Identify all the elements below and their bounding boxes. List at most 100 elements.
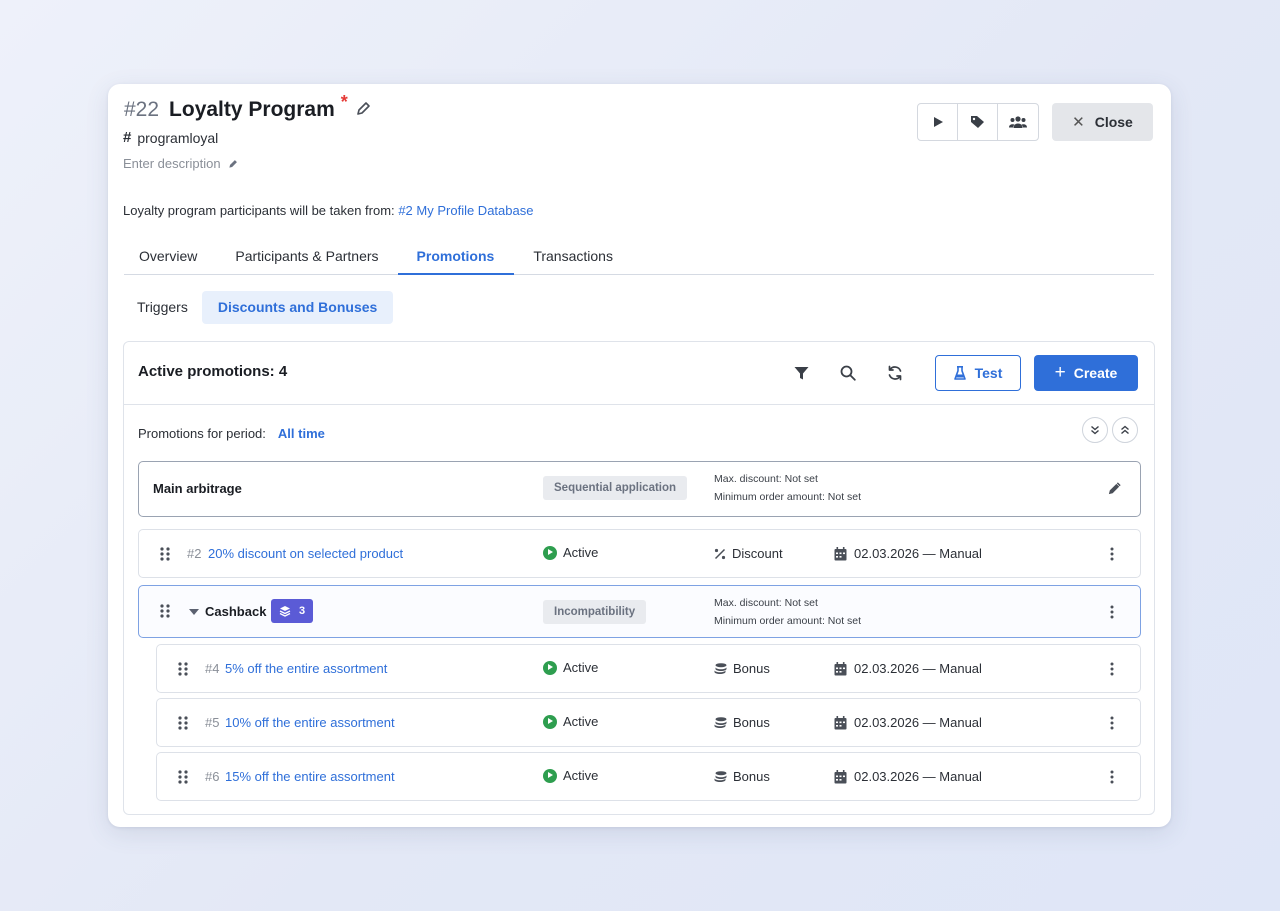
promotion-type: Bonus	[714, 715, 770, 730]
subtab-triggers[interactable]: Triggers	[123, 291, 202, 324]
promotion-date-text: 02.03.2026 — Manual	[854, 546, 982, 561]
promotion-type-text: Bonus	[733, 715, 770, 730]
group-mode-chip: Sequential application	[543, 476, 688, 500]
collapse-all-button[interactable]	[1112, 417, 1138, 443]
program-code-text: programloyal	[137, 129, 219, 146]
promotion-type-text: Bonus	[733, 769, 770, 784]
program-title: Loyalty Program	[169, 98, 335, 121]
promotion-id: #5	[205, 715, 220, 730]
calendar-icon	[834, 715, 847, 729]
drag-handle-icon[interactable]	[178, 716, 188, 730]
promotion-type: Bonus	[714, 661, 770, 676]
more-options-icon[interactable]	[1110, 547, 1114, 561]
description-placeholder: Enter description	[123, 156, 221, 171]
group-limits: Max. discount: Not set Minimum order amo…	[714, 594, 861, 630]
group-row-cashback[interactable]: Cashback 3 Incompatibility Max. discount…	[138, 585, 1141, 638]
source-link[interactable]: #2 My Profile Database	[398, 203, 533, 218]
search-button[interactable]	[837, 362, 859, 384]
edit-group-icon[interactable]	[1107, 481, 1122, 496]
more-options-icon[interactable]	[1110, 605, 1114, 619]
max-discount-text: Max. discount: Not set	[714, 597, 818, 609]
promotion-type-text: Bonus	[733, 661, 770, 676]
tab-overview[interactable]: Overview	[124, 240, 212, 275]
promotion-row[interactable]: #5 10% off the entire assortment Active …	[156, 698, 1141, 747]
header-action-group	[917, 103, 1039, 141]
status-badge: Active	[543, 714, 598, 729]
source-link-name: My Profile Database	[416, 203, 534, 218]
edit-title-icon[interactable]	[356, 100, 372, 116]
coins-icon	[714, 716, 727, 728]
run-button[interactable]	[918, 104, 958, 140]
status-text: Active	[563, 660, 599, 675]
description-field[interactable]: Enter description	[123, 156, 239, 171]
more-options-icon[interactable]	[1110, 716, 1114, 730]
close-button[interactable]: ✕ Close	[1052, 103, 1153, 141]
participants-button[interactable]	[998, 104, 1038, 140]
drag-handle-icon[interactable]	[178, 770, 188, 784]
group-count-badge: 3	[271, 599, 314, 623]
calendar-icon	[834, 661, 847, 675]
more-options-icon[interactable]	[1110, 662, 1114, 676]
status-badge: Active	[543, 660, 598, 675]
panel-toolbar: Active promotions: 4 Test + Create	[124, 342, 1154, 405]
calendar-icon	[834, 769, 847, 783]
sub-tabs: Triggers Discounts and Bonuses	[123, 291, 394, 324]
active-status-icon	[543, 660, 557, 675]
collapse-caret-icon[interactable]	[189, 609, 199, 615]
period-value[interactable]: All time	[278, 426, 325, 441]
active-promotions-title: Active promotions: 4	[138, 363, 288, 380]
group-name: Cashback	[205, 604, 267, 619]
subtab-discounts-bonuses[interactable]: Discounts and Bonuses	[201, 291, 394, 324]
tab-participants-partners[interactable]: Participants & Partners	[212, 240, 397, 275]
tags-button[interactable]	[958, 104, 998, 140]
drag-handle-icon[interactable]	[178, 662, 188, 676]
status-badge: Active	[543, 545, 598, 560]
program-code: # programloyal	[123, 129, 218, 146]
promotion-date: 02.03.2026 — Manual	[834, 661, 982, 676]
coins-icon	[714, 662, 727, 674]
drag-handle-icon[interactable]	[160, 604, 170, 618]
period-filter: Promotions for period: All time	[138, 426, 325, 441]
close-label: Close	[1094, 114, 1133, 130]
group-row-main-arbitrage[interactable]: Main arbitrage Sequential application Ma…	[138, 461, 1141, 517]
active-status-icon	[543, 768, 557, 783]
main-tabs: Overview Participants & Partners Promoti…	[124, 240, 1154, 275]
expand-all-button[interactable]	[1082, 417, 1108, 443]
max-discount-text: Max. discount: Not set	[714, 473, 818, 485]
more-options-icon[interactable]	[1110, 770, 1114, 784]
page-title: #22 Loyalty Program *	[124, 92, 372, 122]
promotion-date: 02.03.2026 — Manual	[834, 715, 982, 730]
period-label: Promotions for period:	[138, 426, 266, 441]
close-icon: ✕	[1072, 114, 1085, 131]
refresh-button[interactable]	[884, 362, 906, 384]
promotions-panel: Active promotions: 4 Test + Create Promo…	[123, 341, 1155, 815]
percent-icon	[714, 548, 726, 559]
tab-transactions[interactable]: Transactions	[514, 240, 628, 275]
test-label: Test	[974, 365, 1003, 381]
tab-promotions[interactable]: Promotions	[397, 240, 515, 275]
promotion-date-text: 02.03.2026 — Manual	[854, 715, 982, 730]
promotion-name-link[interactable]: 10% off the entire assortment	[225, 715, 395, 730]
play-icon	[933, 117, 943, 127]
create-button[interactable]: + Create	[1034, 355, 1138, 391]
promotion-row[interactable]: #4 5% off the entire assortment Active B…	[156, 644, 1141, 693]
group-limits: Max. discount: Not set Minimum order amo…	[714, 470, 861, 506]
promotion-row[interactable]: #2 20% discount on selected product Acti…	[138, 529, 1141, 578]
calendar-icon	[834, 546, 847, 560]
edit-description-icon[interactable]	[228, 158, 239, 169]
test-button[interactable]: Test	[935, 355, 1021, 391]
promotion-id: #4	[205, 661, 220, 676]
promotion-name-link[interactable]: 5% off the entire assortment	[225, 661, 387, 676]
drag-handle-icon[interactable]	[160, 547, 170, 561]
promotion-name-link[interactable]: 15% off the entire assortment	[225, 769, 395, 784]
min-order-text: Minimum order amount: Not set	[714, 491, 862, 503]
promotion-row[interactable]: #6 15% off the entire assortment Active …	[156, 752, 1141, 801]
promotion-name-link[interactable]: 20% discount on selected product	[208, 546, 403, 561]
double-chevron-up-icon	[1121, 425, 1129, 435]
group-name: Main arbitrage	[153, 481, 242, 496]
plus-icon: +	[1054, 362, 1066, 383]
promotion-date: 02.03.2026 — Manual	[834, 769, 982, 784]
participants-source: Loyalty program participants will be tak…	[123, 203, 533, 218]
flask-icon	[953, 366, 966, 380]
filter-button[interactable]	[790, 362, 812, 384]
